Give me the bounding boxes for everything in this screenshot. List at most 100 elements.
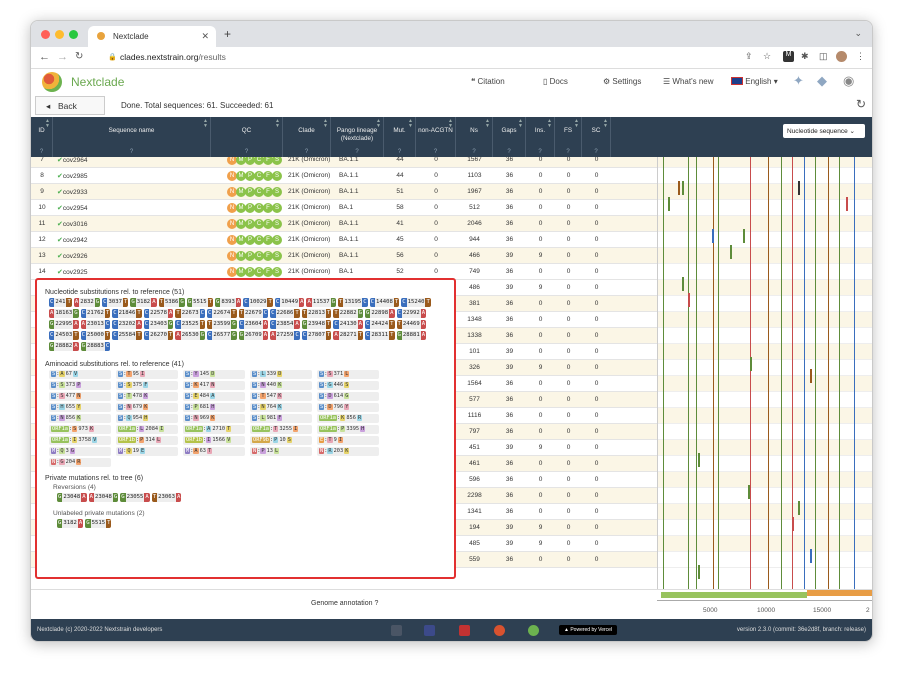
nuc-mutation-badge[interactable]: A 26530 G <box>175 331 205 340</box>
qc-badge[interactable]: S <box>272 235 282 245</box>
aa-mutation-badge[interactable]: S:H 655 Y <box>49 403 111 412</box>
table-row[interactable]: 7 ✔cov2964 N M P C F S 21K (Omicron) BA.1.1 44 0 156… <box>31 157 657 168</box>
sort-icon[interactable]: ▲ ▼ <box>485 119 490 129</box>
nuc-mutation-badge[interactable]: C 26270 T <box>143 331 174 340</box>
genome-row[interactable] <box>658 488 872 504</box>
mutation-marker[interactable] <box>792 517 794 531</box>
nuc-mutation-badge[interactable]: T 5386 G <box>158 298 185 307</box>
genome-row[interactable] <box>658 344 872 360</box>
nuc-mutation-badge[interactable]: A 23013 C <box>80 320 111 329</box>
help-icon[interactable]: ? <box>582 148 610 156</box>
help-icon[interactable]: ? <box>526 148 554 156</box>
sort-icon[interactable]: ▲ ▼ <box>323 119 328 129</box>
help-icon[interactable]: ? <box>31 148 52 156</box>
sort-icon[interactable]: ▲ ▼ <box>203 119 208 129</box>
sort-icon[interactable]: ▲ ▼ <box>408 119 413 129</box>
new-tab-icon[interactable]: + <box>224 27 231 41</box>
vercel-badge[interactable]: ▲ Powered by Vercel <box>559 625 618 635</box>
nextclade-logo[interactable] <box>42 72 62 92</box>
mutation-marker[interactable] <box>798 181 800 195</box>
sidebar-icon[interactable]: ◫ <box>819 51 828 62</box>
nuc-mutation-badge[interactable]: C 22686 T <box>270 309 300 318</box>
aa-mutation-badge[interactable]: S:N 969 K <box>183 414 245 423</box>
genome-row[interactable] <box>658 376 872 392</box>
nuc-mutation-badge[interactable]: C 21762 T <box>80 309 111 318</box>
column-header[interactable]: Sequence name? ▲ ▼ <box>53 117 211 157</box>
mutation-marker[interactable] <box>678 181 680 195</box>
nuc-mutation-badge[interactable]: G 3182 A <box>130 298 157 307</box>
aa-mutation-badge[interactable]: ORF1b:P 314 L <box>116 436 178 445</box>
help-icon[interactable]: ? <box>374 600 378 607</box>
maximize-window-button[interactable] <box>69 30 78 39</box>
genome-row[interactable] <box>658 184 872 200</box>
genome-row[interactable] <box>658 200 872 216</box>
puzzle-icon[interactable]: ✱ <box>801 51 809 62</box>
nuc-mutation-badge[interactable]: C 22992 A <box>396 309 427 318</box>
nuc-mutation-badge[interactable]: G 23048 A <box>57 493 87 502</box>
aa-mutation-badge[interactable]: N:G 204 R <box>49 458 111 467</box>
reload-icon[interactable]: ↻ <box>75 51 83 62</box>
url-field[interactable]: 🔒 clades.nextstrain.org/results <box>106 51 736 65</box>
nuc-mutation-badge[interactable]: C 24424 T <box>364 320 395 329</box>
browser-tab[interactable]: Nextclade ✕ <box>88 26 216 47</box>
genome-row[interactable] <box>658 520 872 536</box>
mutation-marker[interactable] <box>698 453 700 467</box>
column-header[interactable]: non-ACGTN? ▲ ▼ <box>416 117 456 157</box>
nuc-mutation-badge[interactable]: G 22898 A <box>364 309 395 318</box>
aa-mutation-badge[interactable]: S:N 679 K <box>116 403 178 412</box>
tab-list-chevron-icon[interactable]: ⌄ <box>854 28 862 39</box>
nuc-mutation-badge[interactable]: C 25584 T <box>112 331 142 340</box>
mutation-marker[interactable] <box>750 357 752 371</box>
docs-link[interactable]: ▯ Docs <box>543 77 568 86</box>
mutation-marker[interactable] <box>698 565 700 579</box>
aa-mutation-badge[interactable]: S:L 339 D <box>250 370 312 379</box>
aa-mutation-badge[interactable]: S:K 417 N <box>183 381 245 390</box>
aa-mutation-badge[interactable]: ORF1b:I 1566 V <box>183 436 245 445</box>
back-arrow-icon[interactable]: ← <box>39 51 50 63</box>
column-header[interactable]: QC? ▲ ▼ <box>211 117 283 157</box>
nuc-mutation-badge[interactable]: T 23063 A <box>151 493 182 502</box>
sort-icon[interactable]: ▲ ▼ <box>518 119 523 129</box>
profile-avatar[interactable] <box>836 51 847 62</box>
aa-mutation-badge[interactable]: S:T 95 I <box>116 370 178 379</box>
column-header[interactable]: Gaps? ▲ ▼ <box>493 117 526 157</box>
nuc-mutation-badge[interactable]: T 23599 G <box>206 320 237 329</box>
github-icon[interactable]: ◉ <box>843 73 854 89</box>
nuc-mutation-badge[interactable]: G 5515 T <box>85 519 112 528</box>
nuc-mutation-badge[interactable]: A 23048 G <box>88 493 119 502</box>
forward-arrow-icon[interactable]: → <box>57 51 68 63</box>
nuc-mutation-badge[interactable]: C 15240 T <box>401 298 431 307</box>
column-header[interactable]: ID? ▲ ▼ <box>31 117 53 157</box>
help-icon[interactable]: ? <box>283 148 330 156</box>
genome-row[interactable] <box>658 168 872 184</box>
table-row[interactable]: 13 ✔cov2926 N M P C F S 21K (Omicron) BA.1.1 56 0 46… <box>31 248 657 264</box>
nuc-mutation-badge[interactable]: G 22995 A <box>49 320 79 329</box>
table-row[interactable]: 11 ✔cov3016 N M P C F S 21K (Omicron) BA.1.1 41 0 20… <box>31 216 657 232</box>
table-row[interactable]: 8 ✔cov2985 N M P C F S 21K (Omicron) BA.1.1 44 0 110… <box>31 168 657 184</box>
nuc-mutation-badge[interactable]: C 23403 G <box>143 320 174 329</box>
aa-mutation-badge[interactable]: S:T 547 K <box>250 392 312 401</box>
help-icon[interactable]: ? <box>211 148 282 156</box>
aa-mutation-badge[interactable]: S:Q 954 H <box>116 414 178 423</box>
sort-icon[interactable]: ▲ ▼ <box>547 119 552 129</box>
back-button[interactable]: ◂ Back <box>35 96 105 115</box>
partner-logo-icon[interactable] <box>494 625 505 636</box>
nuc-mutation-badge[interactable]: C 241 T <box>49 298 72 307</box>
nuc-mutation-badge[interactable]: C 22578 A <box>143 309 174 318</box>
sort-icon[interactable]: ▲ ▼ <box>448 119 453 129</box>
menu-dots-icon[interactable]: ⋮ <box>856 51 865 62</box>
aa-mutation-badge[interactable]: ORF1a:K 856 R <box>317 414 379 423</box>
aa-mutation-badge[interactable]: S:Y 145 D <box>183 370 245 379</box>
genome-row[interactable] <box>658 248 872 264</box>
mutation-marker[interactable] <box>668 197 670 211</box>
aa-mutation-badge[interactable]: S:L 981 F <box>250 414 312 423</box>
nuc-mutation-badge[interactable]: T 24469 A <box>396 320 427 329</box>
nuc-mutation-badge[interactable]: C 10449 A <box>274 298 305 307</box>
gene-s-bar[interactable] <box>807 590 872 596</box>
partner-logo-icon[interactable] <box>391 625 402 636</box>
genome-row[interactable] <box>658 472 872 488</box>
aa-mutation-badge[interactable]: M:A 63 T <box>183 447 245 456</box>
nuc-mutation-badge[interactable]: A 28271 T <box>333 331 363 340</box>
citation-link[interactable]: ❝ Citation <box>471 77 505 86</box>
nuc-mutation-badge[interactable]: T 13195 C <box>338 298 368 307</box>
